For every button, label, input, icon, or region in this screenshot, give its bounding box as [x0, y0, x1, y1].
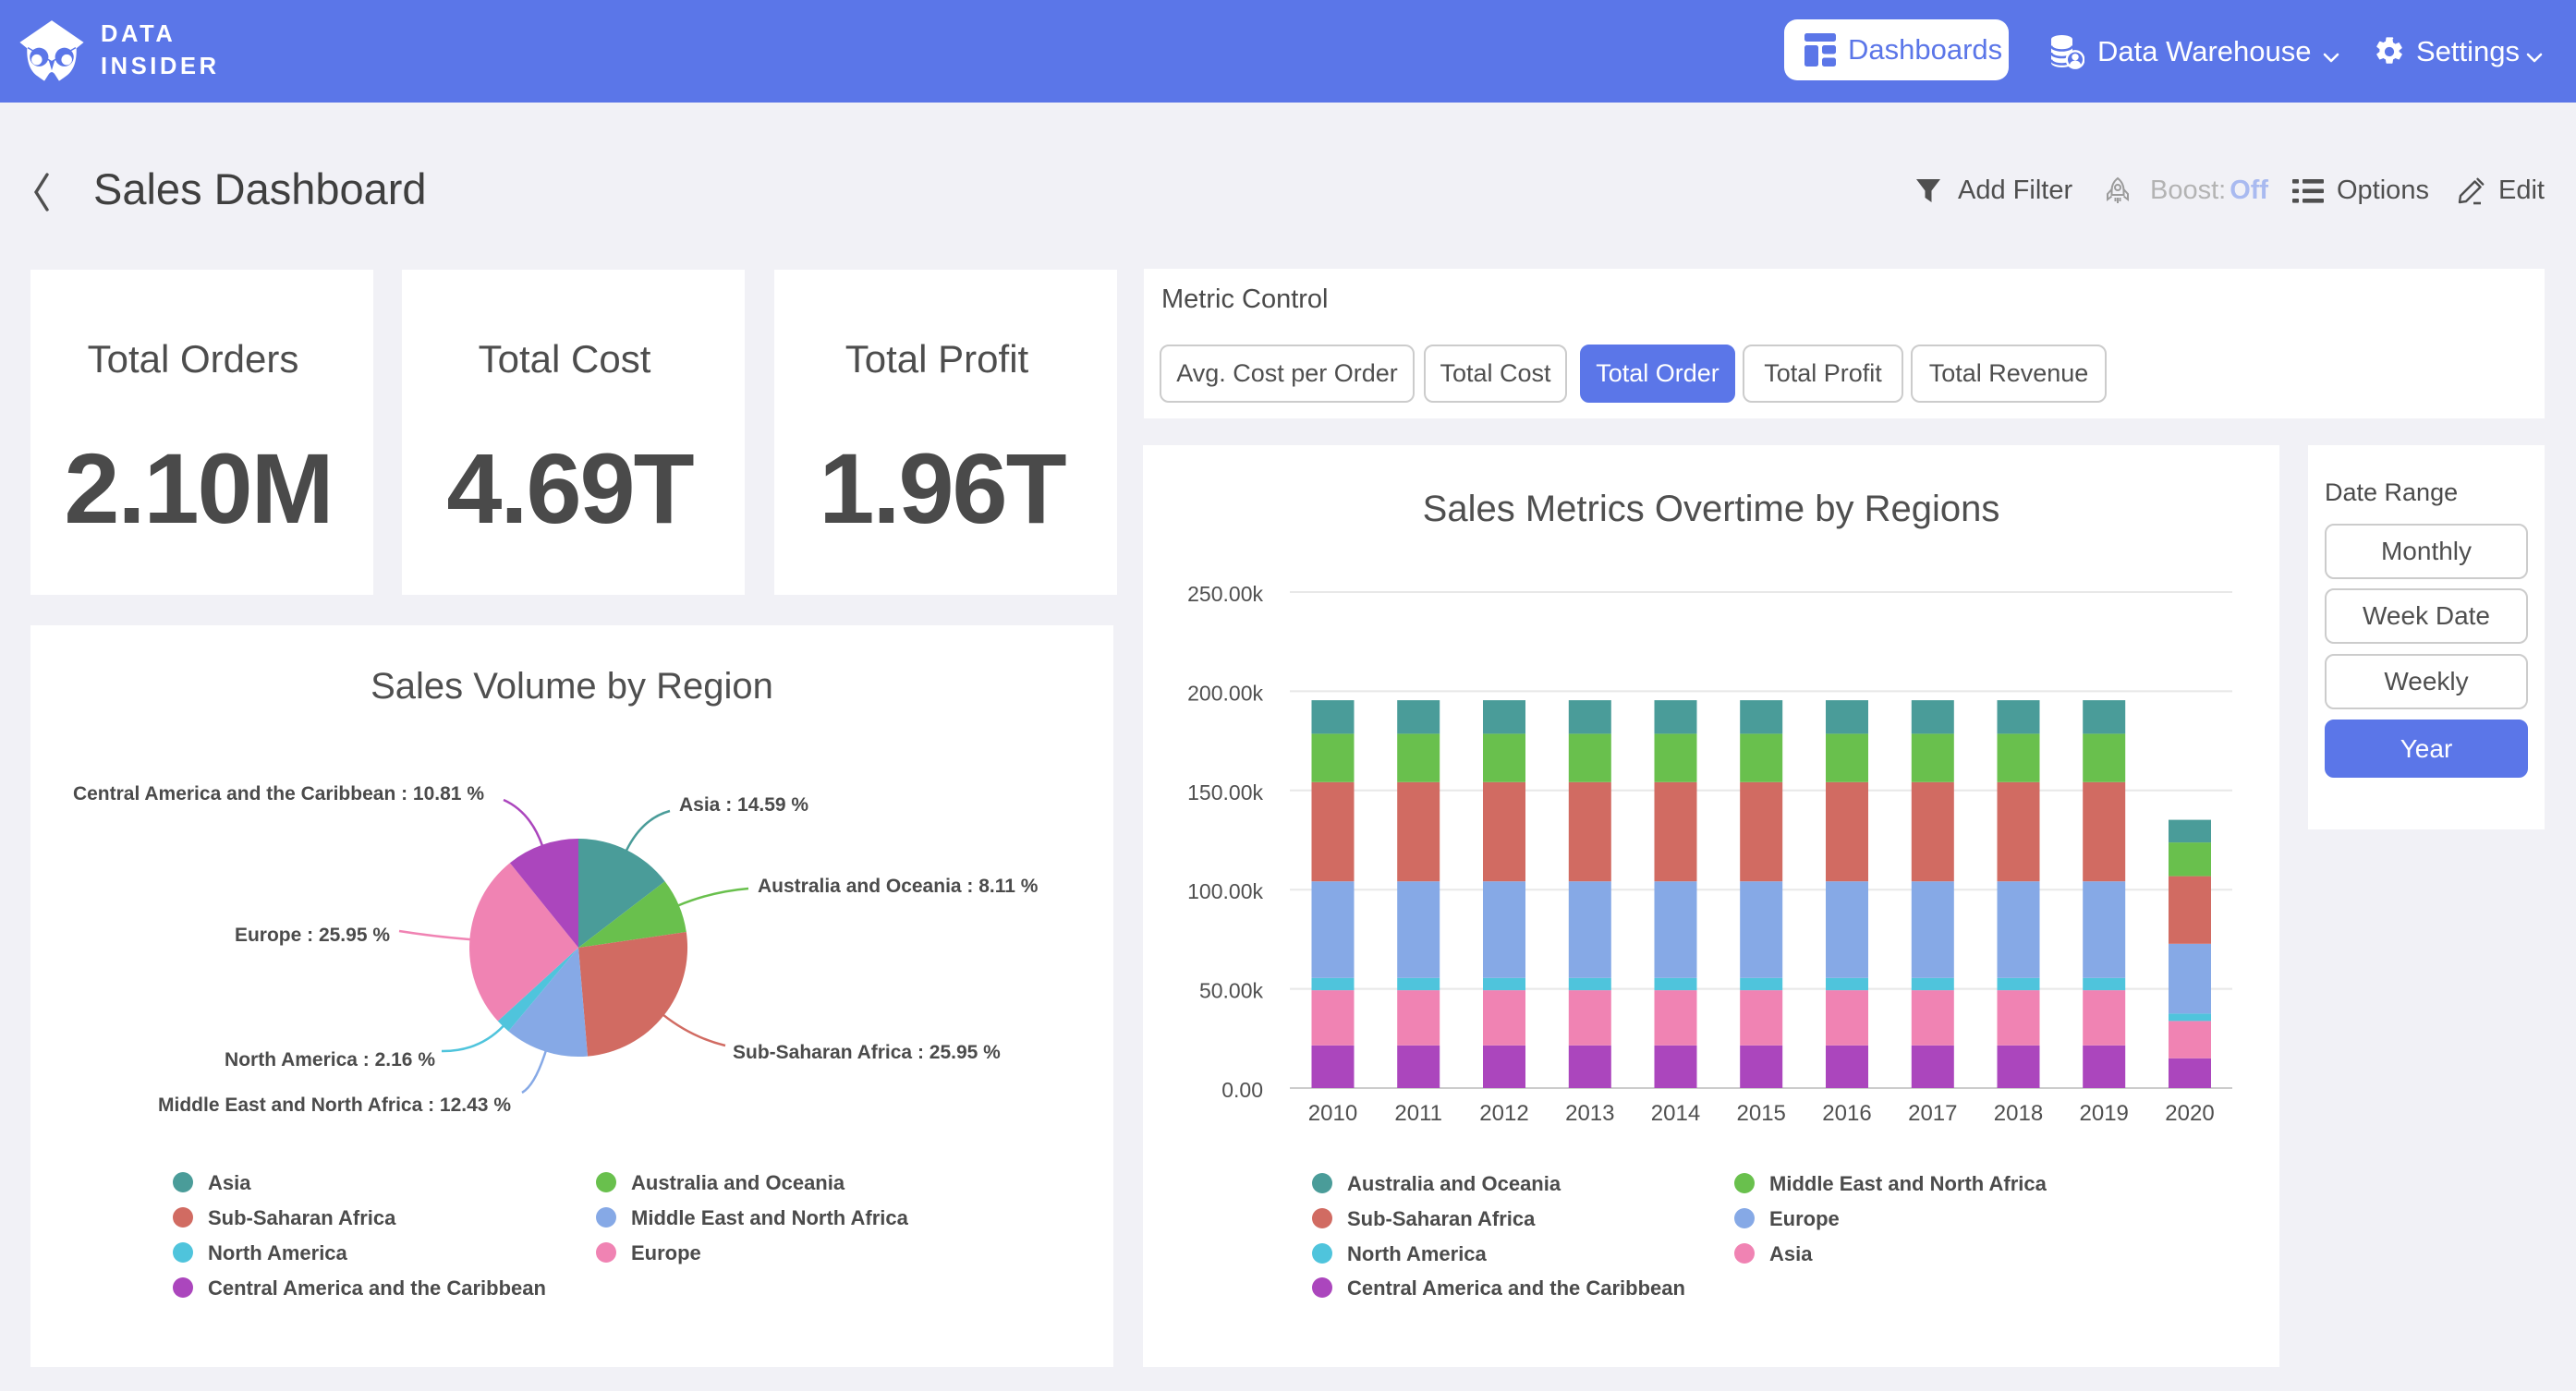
svg-text:Central America and the Caribb: Central America and the Caribbean : 10.8… — [73, 783, 484, 804]
svg-text:Sales Metrics Overtime by Regi: Sales Metrics Overtime by Regions — [1423, 489, 2000, 529]
svg-text:North America: North America — [208, 1241, 348, 1264]
svg-text:2017: 2017 — [1908, 1101, 1957, 1126]
svg-text:Middle East and North Africa: Middle East and North Africa — [631, 1206, 909, 1229]
svg-text:2019: 2019 — [2080, 1101, 2129, 1126]
svg-text:2018: 2018 — [1994, 1101, 2043, 1126]
svg-text:Australia and Oceania : 8.11 %: Australia and Oceania : 8.11 % — [758, 876, 1039, 897]
svg-text:200.00k: 200.00k — [1187, 681, 1263, 705]
svg-text:2013: 2013 — [1565, 1101, 1614, 1126]
svg-text:Central America and the Caribb: Central America and the Caribbean — [208, 1276, 546, 1300]
svg-text:2012: 2012 — [1479, 1101, 1528, 1126]
svg-text:250.00k: 250.00k — [1187, 582, 1263, 606]
svg-text:Europe: Europe — [631, 1241, 701, 1264]
svg-text:2011: 2011 — [1394, 1101, 1442, 1126]
svg-text:2020: 2020 — [2165, 1101, 2214, 1126]
svg-text:Australia and Oceania: Australia and Oceania — [631, 1171, 845, 1194]
svg-text:Sub-Saharan Africa : 25.95 %: Sub-Saharan Africa : 25.95 % — [733, 1042, 1001, 1063]
svg-text:Middle East and North Africa: Middle East and North Africa — [1769, 1172, 2047, 1195]
svg-text:2010: 2010 — [1308, 1101, 1357, 1126]
svg-text:100.00k: 100.00k — [1187, 879, 1263, 903]
svg-text:Central America and the Caribb: Central America and the Caribbean — [1347, 1276, 1685, 1300]
svg-text:Sub-Saharan Africa: Sub-Saharan Africa — [1347, 1207, 1536, 1230]
svg-text:2016: 2016 — [1822, 1101, 1871, 1126]
svg-text:Sub-Saharan Africa: Sub-Saharan Africa — [208, 1206, 396, 1229]
svg-text:2015: 2015 — [1737, 1101, 1786, 1126]
svg-text:Australia and Oceania: Australia and Oceania — [1347, 1172, 1561, 1195]
svg-text:Asia : 14.59 %: Asia : 14.59 % — [679, 794, 808, 816]
svg-text:150.00k: 150.00k — [1187, 780, 1263, 804]
svg-text:Asia: Asia — [208, 1171, 251, 1194]
svg-text:Asia: Asia — [1769, 1242, 1813, 1265]
svg-text:2014: 2014 — [1651, 1101, 1700, 1126]
svg-text:North America: North America — [1347, 1242, 1488, 1265]
svg-text:Middle East and North Africa :: Middle East and North Africa : 12.43 % — [158, 1095, 511, 1116]
svg-text:Europe: Europe — [1769, 1207, 1840, 1230]
svg-text:North America : 2.16 %: North America : 2.16 % — [225, 1049, 435, 1070]
svg-text:50.00k: 50.00k — [1199, 979, 1264, 1003]
svg-text:0.00: 0.00 — [1221, 1078, 1263, 1102]
svg-text:Europe : 25.95 %: Europe : 25.95 % — [235, 925, 390, 946]
